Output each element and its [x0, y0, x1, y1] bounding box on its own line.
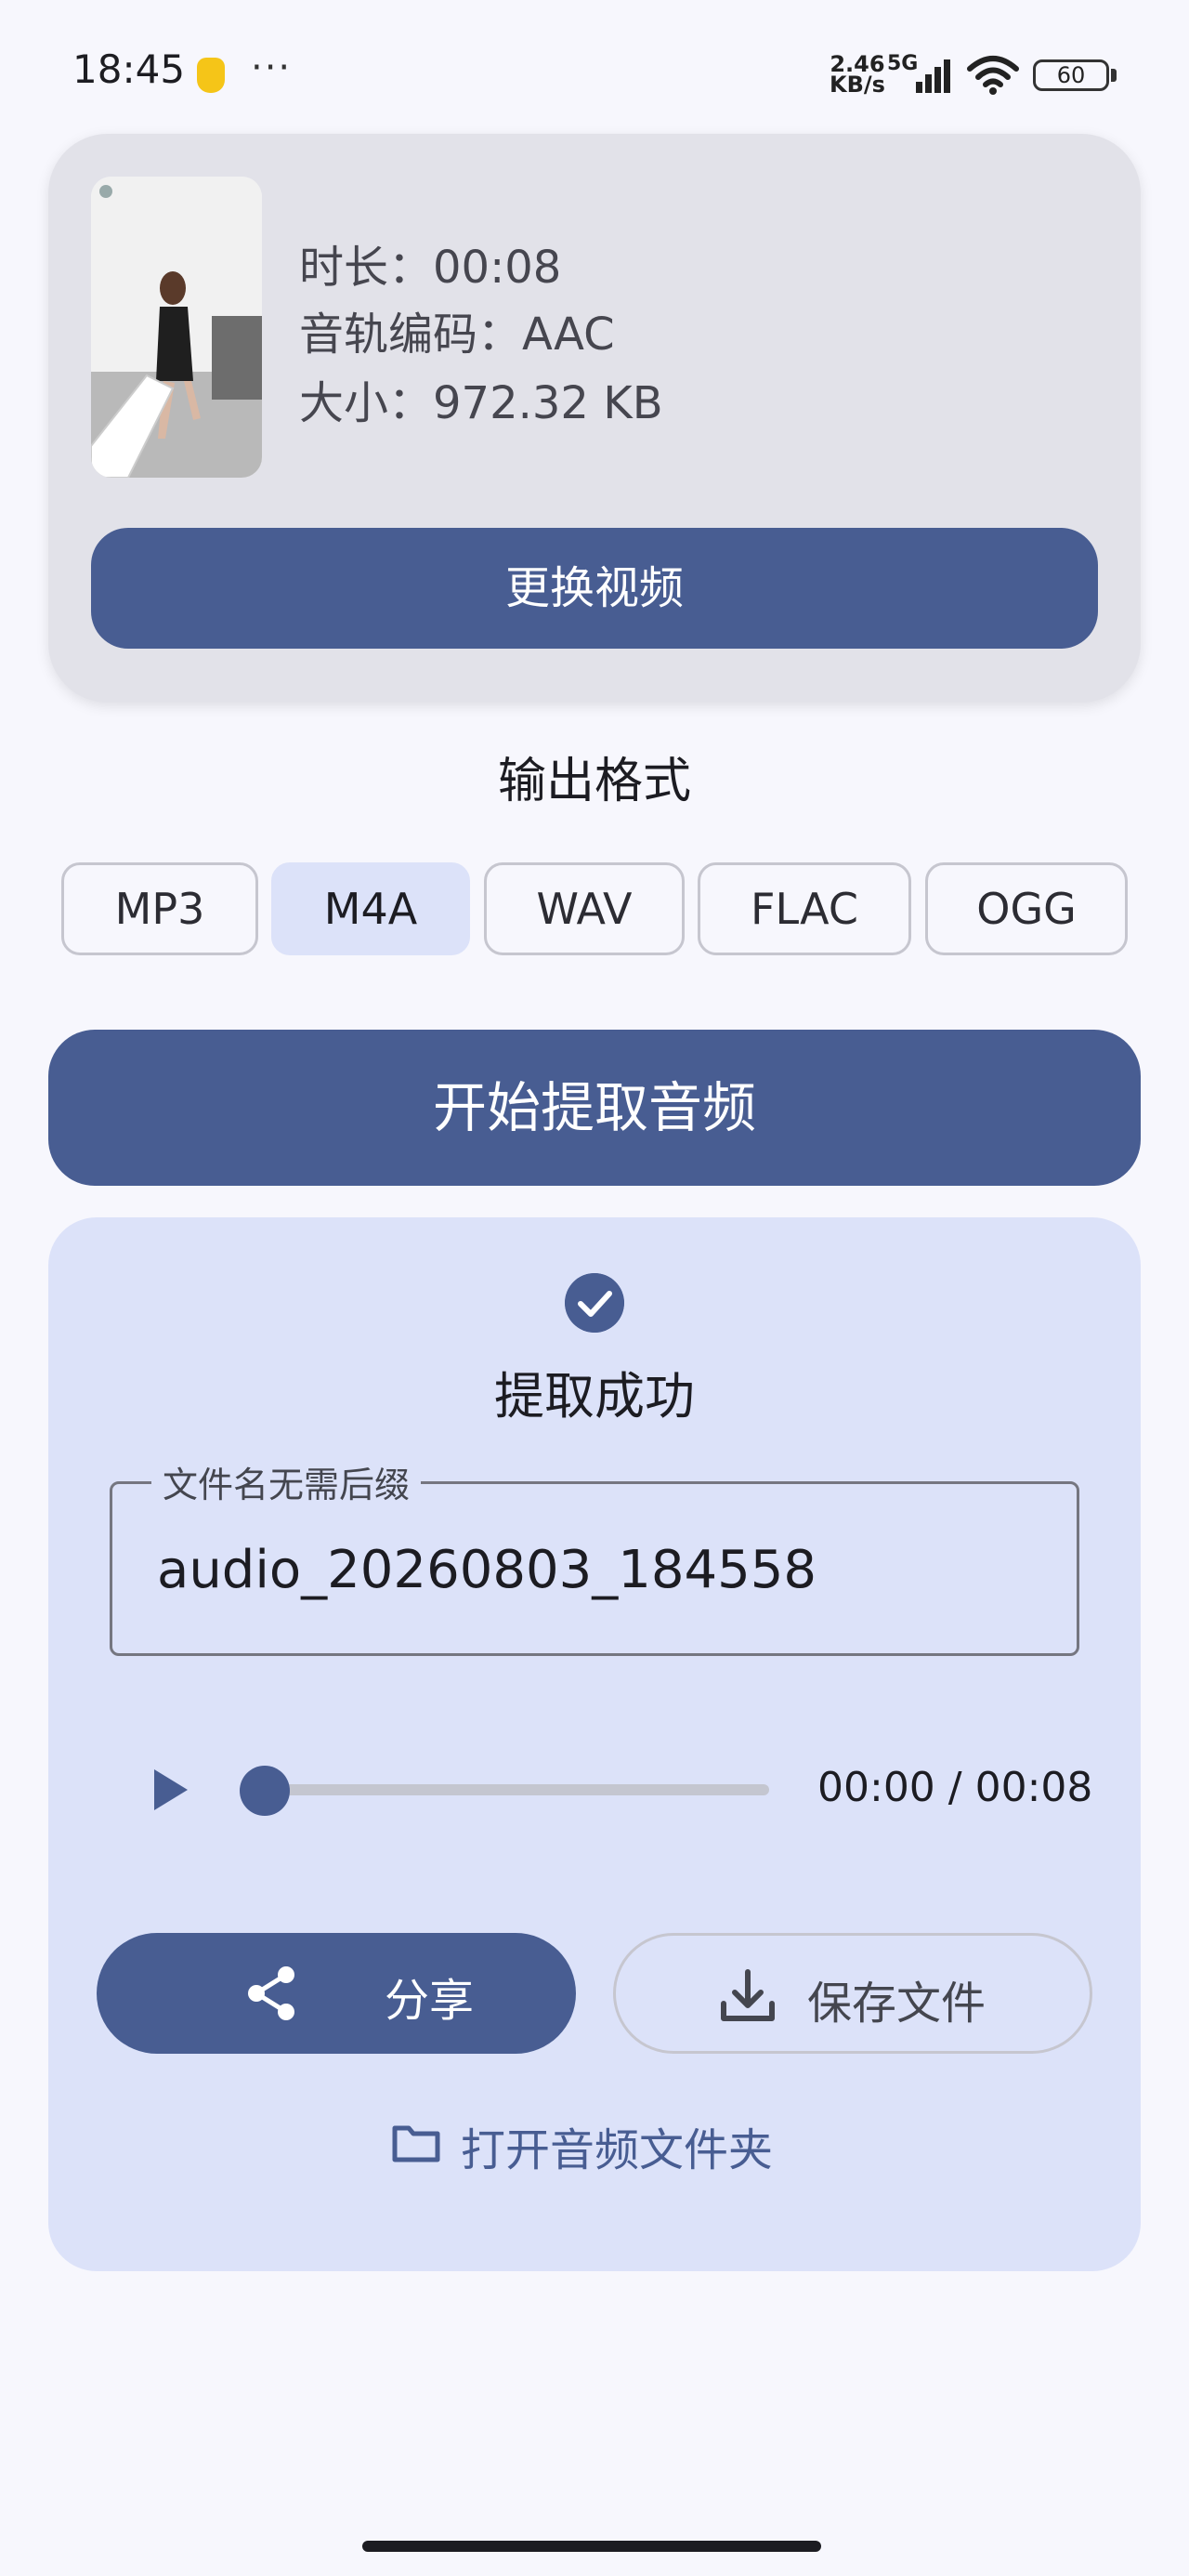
video-info-card: 时长：00:08 音轨编码：AAC 大小：972.32 KB 更换视频	[48, 134, 1141, 703]
format-chip-flac[interactable]: FLAC	[698, 862, 911, 955]
video-thumbnail[interactable]	[91, 177, 262, 478]
download-icon	[721, 1969, 775, 2021]
filename-field[interactable]: 文件名无需后缀 audio_20260803_184558	[110, 1456, 1079, 1656]
video-duration: 时长：00:08	[299, 242, 562, 294]
wifi-icon	[967, 56, 1019, 95]
share-button-label: 分享	[385, 1975, 475, 2027]
seek-bar[interactable]	[266, 1784, 769, 1795]
status-bar: 18:45 ··· 2.46 KB/s 5G 60	[0, 0, 1189, 139]
audio-codec: 音轨编码：AAC	[299, 309, 615, 361]
format-chip-mp3[interactable]: MP3	[61, 862, 258, 955]
status-time: 18:45	[72, 46, 186, 92]
share-button[interactable]: 分享	[97, 1933, 576, 2054]
home-indicator[interactable]	[362, 2541, 821, 2552]
success-title: 提取成功	[494, 1367, 695, 1426]
share-icon	[248, 1966, 294, 2020]
replace-video-button[interactable]: 更换视频	[91, 528, 1098, 649]
signal-icon	[916, 59, 950, 93]
check-circle-icon	[565, 1273, 624, 1333]
save-file-button[interactable]: 保存文件	[613, 1933, 1092, 2054]
filename-field-label: 文件名无需后缀	[151, 1456, 422, 1507]
network-speed-unit: KB/s	[830, 72, 885, 98]
format-chip-wav[interactable]: WAV	[484, 862, 685, 955]
format-chip-m4a[interactable]: M4A	[271, 862, 470, 955]
save-file-button-label: 保存文件	[807, 1978, 986, 2030]
file-size: 大小：972.32 KB	[299, 377, 663, 429]
open-audio-folder-label: 打开音频文件夹	[461, 2124, 774, 2176]
filename-input[interactable]: audio_20260803_184558	[157, 1540, 817, 1600]
play-icon[interactable]	[152, 1768, 189, 1812]
format-chip-ogg[interactable]: OGG	[925, 862, 1128, 955]
folder-icon	[392, 2125, 440, 2162]
start-extract-button[interactable]: 开始提取音频	[48, 1030, 1141, 1186]
output-format-title: 输出格式	[497, 754, 691, 809]
battery-tip	[1111, 69, 1117, 82]
seek-thumb[interactable]	[240, 1766, 290, 1816]
result-card: 提取成功 文件名无需后缀 audio_20260803_184558 00:00…	[48, 1217, 1141, 2271]
more-notifications-icon: ···	[251, 46, 293, 89]
notification-app-icon	[197, 58, 225, 93]
playback-time: 00:00 / 00:08	[817, 1764, 1093, 1811]
network-speed: 2.46 KB/s	[830, 53, 885, 98]
battery-icon: 60	[1033, 59, 1109, 91]
